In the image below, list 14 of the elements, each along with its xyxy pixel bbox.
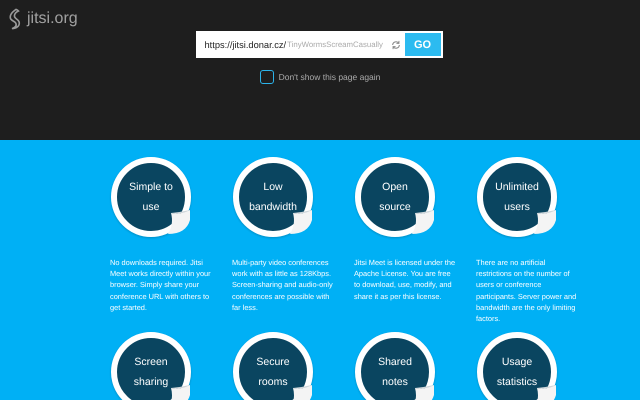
feature-title: Secure rooms	[255, 355, 291, 390]
feature-title: Usage statistics	[496, 355, 538, 390]
url-prefix: https://jitsi.donar.cz/	[204, 40, 286, 50]
checkbox[interactable]	[260, 70, 274, 84]
feature-title: Unlimited users	[494, 180, 540, 215]
feature-title: Open source	[378, 180, 412, 215]
checkbox-label: Don't show this page again	[278, 72, 380, 82]
feature-title: Screen sharing	[132, 355, 170, 390]
logo-text: jitsi.org	[27, 10, 78, 28]
feature-title: Shared notes	[377, 355, 413, 390]
feature-title: Simple to use	[128, 180, 174, 215]
go-button[interactable]: GO	[404, 33, 440, 56]
refresh-icon[interactable]	[390, 40, 400, 50]
feature-title: Low bandwidth	[248, 180, 298, 215]
